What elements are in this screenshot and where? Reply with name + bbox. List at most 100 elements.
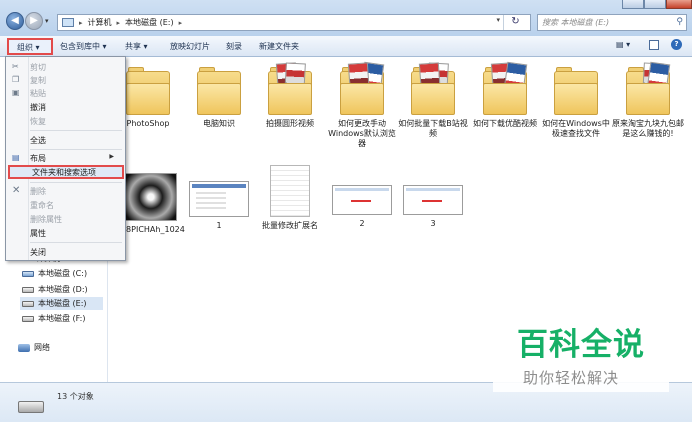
arrow-left-icon: ◀ bbox=[11, 15, 19, 26]
copy-icon: ❐ bbox=[12, 75, 20, 84]
folder-item[interactable]: 如何下载优酷视频 bbox=[468, 61, 542, 129]
preview-pane-icon[interactable] bbox=[649, 40, 659, 50]
folder-item[interactable]: 如何在Windows中极速查找文件 bbox=[539, 63, 613, 139]
command-bar: 组织 ▾ 包含到库中 ▾ 共享 ▾ 放映幻灯片 刻录 新建文件夹 ▤ ▾ ? bbox=[0, 36, 692, 57]
watermark: 百科全说 助你轻松解决 bbox=[493, 313, 669, 392]
arrow-right-icon: ▶ bbox=[30, 15, 38, 26]
search-input[interactable]: 搜索 本地磁盘 (E:) ⚲ bbox=[537, 14, 687, 31]
drive-icon bbox=[22, 300, 34, 307]
watermark-tagline: 助你轻松解决 bbox=[523, 369, 620, 387]
item-label: 如何在Windows中极速查找文件 bbox=[542, 119, 610, 138]
breadcrumb-computer[interactable]: 计算机 bbox=[88, 17, 112, 28]
nav-item-label: 本地磁盘 (D:) bbox=[38, 285, 88, 294]
folder-icon bbox=[126, 63, 170, 115]
nav-item-network[interactable]: 网络 bbox=[18, 342, 50, 353]
menu-item-redo[interactable]: 恢复 bbox=[30, 116, 46, 127]
nav-item-drive-f[interactable]: 本地磁盘 (F:) bbox=[22, 313, 85, 324]
minimize-button[interactable] bbox=[622, 0, 644, 9]
include-in-library-button[interactable]: 包含到库中 ▾ bbox=[60, 41, 107, 52]
help-icon[interactable]: ? bbox=[671, 39, 682, 50]
menu-item-undo[interactable]: 撤消 bbox=[30, 102, 46, 113]
nav-item-drive-c[interactable]: 本地磁盘 (C:) bbox=[22, 268, 87, 279]
menu-item-remove-properties[interactable]: 删除属性 bbox=[30, 214, 62, 225]
menu-item-folder-options[interactable]: 文件夹和搜索选项 bbox=[8, 165, 124, 179]
clipboard-icon: ▣ bbox=[12, 88, 20, 97]
menu-item-close[interactable]: 关闭 bbox=[30, 247, 46, 258]
item-label: 如何下载优酷视频 bbox=[473, 119, 537, 128]
watermark-logo: 百科全说 bbox=[517, 327, 645, 363]
item-label: 原来淘宝九块九包邮是这么赚钱的! bbox=[612, 119, 684, 138]
nav-item-label: 本地磁盘 (E:) bbox=[38, 299, 87, 308]
window-controls bbox=[622, 0, 692, 10]
address-bar[interactable]: ▸ 计算机 ▸ 本地磁盘 (E:) ▸ ▾ ↻ bbox=[57, 14, 531, 31]
slideshow-button[interactable]: 放映幻灯片 bbox=[170, 41, 210, 52]
folder-icon bbox=[340, 61, 385, 115]
menu-item-cut[interactable]: 剪切 bbox=[30, 62, 46, 73]
item-count: 13 个对象 bbox=[57, 392, 94, 401]
refresh-button[interactable]: ↻ bbox=[503, 15, 527, 30]
close-button[interactable] bbox=[666, 0, 692, 9]
delete-icon: ✕ bbox=[12, 185, 21, 196]
image-thumbnail bbox=[403, 185, 463, 215]
folder-icon bbox=[197, 63, 241, 115]
file-item[interactable]: 批量修改扩展名 bbox=[253, 165, 327, 231]
drive-icon bbox=[22, 315, 34, 322]
drive-icon bbox=[22, 286, 34, 293]
layout-icon: ▤ bbox=[12, 153, 20, 162]
folder-item[interactable]: 如何更改手动Windows默认浏览器 bbox=[325, 61, 399, 149]
item-label: 批量修改扩展名 bbox=[262, 221, 318, 230]
forward-button[interactable]: ▶ bbox=[25, 12, 43, 30]
menu-item-rename[interactable]: 重命名 bbox=[30, 200, 54, 211]
image-thumbnail bbox=[332, 185, 392, 215]
item-label: 拍摄圆形视频 bbox=[266, 119, 314, 128]
submenu-arrow-icon: ▶ bbox=[109, 153, 114, 160]
menu-divider bbox=[30, 149, 122, 150]
folder-icon bbox=[554, 63, 598, 115]
menu-divider bbox=[30, 242, 122, 243]
menu-item-layout[interactable]: 布局 ▶ bbox=[30, 153, 120, 164]
network-icon bbox=[18, 343, 30, 352]
nav-item-drive-d[interactable]: 本地磁盘 (D:) bbox=[22, 284, 88, 295]
folder-icon bbox=[626, 61, 671, 115]
recent-pages-dropdown[interactable]: ▾ bbox=[45, 17, 49, 25]
menu-item-paste[interactable]: 粘贴 bbox=[30, 88, 46, 99]
menu-item-delete[interactable]: 删除 bbox=[30, 186, 46, 197]
organize-button[interactable]: 组织 ▾ bbox=[7, 38, 53, 55]
menu-item-properties[interactable]: 属性 bbox=[30, 228, 46, 239]
item-label: 3 bbox=[430, 219, 436, 228]
folder-icon bbox=[268, 62, 312, 115]
chevron-right-icon[interactable]: ▸ bbox=[179, 19, 183, 27]
chevron-right-icon[interactable]: ▸ bbox=[79, 19, 83, 27]
folder-icon bbox=[483, 61, 528, 115]
computer-icon bbox=[62, 18, 74, 27]
item-label: 2 bbox=[359, 219, 365, 228]
maximize-button[interactable] bbox=[644, 0, 666, 9]
item-label: 如何更改手动Windows默认浏览器 bbox=[328, 119, 396, 148]
nav-item-drive-e[interactable]: 本地磁盘 (E:) bbox=[20, 297, 103, 310]
menu-item-select-all[interactable]: 全选 bbox=[30, 135, 46, 146]
file-item[interactable]: 1 bbox=[182, 181, 256, 231]
folder-item[interactable]: 原来淘宝九块九包邮是这么赚钱的! bbox=[611, 61, 685, 139]
menu-item-copy[interactable]: 复制 bbox=[30, 75, 46, 86]
file-item[interactable]: 2 bbox=[325, 185, 399, 229]
menu-item-label: 布局 bbox=[30, 154, 46, 163]
title-bar: ◀ ▶ ▾ ▸ 计算机 ▸ 本地磁盘 (E:) ▸ ▾ ↻ 搜索 本地磁盘 (E… bbox=[0, 0, 692, 36]
folder-item[interactable]: 拍摄圆形视频 bbox=[253, 62, 327, 129]
share-button[interactable]: 共享 ▾ bbox=[125, 41, 148, 52]
image-thumbnail bbox=[119, 173, 177, 221]
address-dropdown-icon[interactable]: ▾ bbox=[496, 16, 500, 24]
new-folder-button[interactable]: 新建文件夹 bbox=[259, 41, 299, 52]
folder-item[interactable]: 如何批量下载B站视频 bbox=[396, 62, 470, 139]
breadcrumb-drive-e[interactable]: 本地磁盘 (E:) bbox=[125, 17, 174, 28]
back-button[interactable]: ◀ bbox=[6, 12, 24, 30]
search-icon[interactable]: ⚲ bbox=[676, 15, 683, 30]
view-options-icon[interactable]: ▤ ▾ bbox=[616, 40, 630, 49]
organize-menu: ✂ 剪切 ❐ 复制 ▣ 粘贴 撤消 恢复 全选 ▤ 布局 ▶ 文件夹和搜索选项 … bbox=[5, 56, 126, 261]
nav-item-label: 本地磁盘 (C:) bbox=[38, 269, 88, 278]
file-item[interactable]: 3 bbox=[396, 185, 470, 229]
item-label: 1 bbox=[216, 221, 222, 230]
burn-button[interactable]: 刻录 bbox=[226, 41, 242, 52]
folder-item[interactable]: 电脑知识 bbox=[182, 63, 256, 129]
search-placeholder: 搜索 本地磁盘 (E:) bbox=[542, 18, 610, 27]
chevron-right-icon[interactable]: ▸ bbox=[117, 19, 121, 27]
